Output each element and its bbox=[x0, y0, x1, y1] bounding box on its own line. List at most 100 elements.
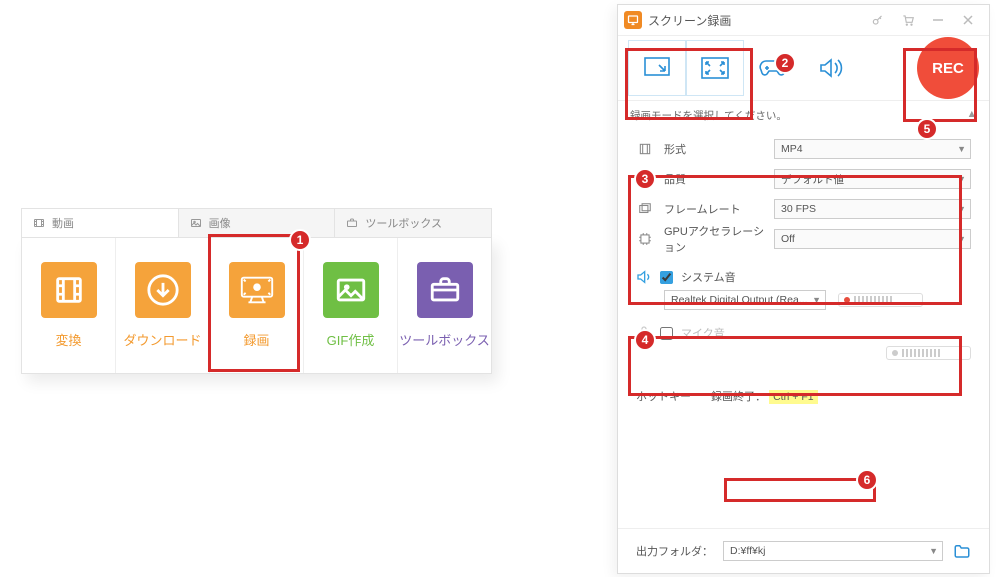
setting-framerate-select[interactable]: 30 FPS ▼ bbox=[774, 199, 971, 219]
hotkey-combo: Ctrl + F1 bbox=[769, 390, 818, 404]
record-mode-strip: REC bbox=[618, 35, 989, 101]
tool-download[interactable]: ダウンロード bbox=[116, 238, 210, 373]
mic-audio-meter bbox=[886, 346, 971, 360]
setting-framerate-value: 30 FPS bbox=[781, 203, 816, 215]
collapse-triangle-icon[interactable]: ▲ bbox=[967, 108, 977, 123]
hotkey-label: ホットキー bbox=[636, 388, 691, 404]
output-label: 出力フォルダ： bbox=[636, 543, 713, 559]
gif-icon bbox=[323, 262, 379, 318]
tool-download-label: ダウンロード bbox=[123, 330, 201, 349]
setting-format-label: 形式 bbox=[664, 141, 774, 157]
tool-convert[interactable]: 変換 bbox=[22, 238, 116, 373]
output-section: 出力フォルダ： D:¥ff¥kj ▼ bbox=[618, 528, 989, 573]
screen-recorder-window: スクリーン録画 REC 録画モードを選択してください。 ▲ 形式 bbox=[617, 4, 990, 574]
framerate-icon bbox=[636, 202, 654, 216]
key-icon-button[interactable] bbox=[863, 5, 893, 35]
left-tool-panel: 動画 画像 ツールボックス 変換 ダウンロード bbox=[21, 208, 492, 374]
system-audio-label: システム音 bbox=[681, 269, 736, 285]
left-tab-strip: 動画 画像 ツールボックス bbox=[21, 208, 492, 237]
tool-gif[interactable]: GIF作成 bbox=[304, 238, 398, 373]
callout-5: 5 bbox=[916, 118, 938, 140]
system-audio-device-row: Realtek Digital Output (Rea... ▼ bbox=[664, 290, 971, 310]
system-audio-checkbox[interactable] bbox=[660, 271, 673, 284]
cart-icon-button[interactable] bbox=[893, 5, 923, 35]
audio-section: システム音 Realtek Digital Output (Rea... ▼ マイ… bbox=[618, 254, 989, 360]
output-path-value: D:¥ff¥kj bbox=[730, 545, 765, 557]
setting-framerate-row: フレームレート 30 FPS ▼ bbox=[636, 194, 971, 224]
meter-bars bbox=[854, 296, 892, 304]
tool-convert-label: 変換 bbox=[55, 330, 81, 349]
tool-row: 変換 ダウンロード 録画 GIF作成 ツールボックス bbox=[21, 237, 492, 374]
mic-audio-label: マイク音 bbox=[681, 325, 725, 341]
record-button[interactable]: REC bbox=[917, 37, 979, 99]
tab-image-label: 画像 bbox=[209, 215, 231, 231]
tool-gif-label: GIF作成 bbox=[327, 330, 375, 349]
record-icon bbox=[229, 262, 285, 318]
hotkey-section: ホットキー 録画終了： Ctrl + F1 bbox=[618, 360, 989, 412]
caret-down-icon: ▼ bbox=[929, 546, 938, 556]
open-folder-button[interactable] bbox=[953, 543, 971, 559]
setting-framerate-label: フレームレート bbox=[664, 201, 774, 217]
caret-down-icon: ▼ bbox=[957, 234, 966, 244]
caret-down-icon: ▼ bbox=[957, 144, 966, 154]
convert-icon bbox=[41, 262, 97, 318]
callout-1: 1 bbox=[289, 229, 311, 251]
image-icon bbox=[189, 216, 203, 230]
mode-audio-button[interactable] bbox=[802, 40, 860, 96]
close-button[interactable] bbox=[953, 5, 983, 35]
hotkey-stop-group: 録画終了： Ctrl + F1 bbox=[711, 388, 818, 404]
caret-down-icon: ▼ bbox=[812, 295, 821, 305]
callout-4: 4 bbox=[634, 329, 656, 351]
setting-gpu-value: Off bbox=[781, 233, 795, 245]
tab-image[interactable]: 画像 bbox=[179, 209, 336, 237]
speaker-icon bbox=[636, 269, 652, 285]
mode-hint-text: 録画モードを選択してください。 bbox=[630, 108, 787, 123]
setting-gpu-select[interactable]: Off ▼ bbox=[774, 229, 971, 249]
system-audio-device-select[interactable]: Realtek Digital Output (Rea... ▼ bbox=[664, 290, 826, 310]
film-icon bbox=[32, 216, 46, 230]
setting-format-select[interactable]: MP4▼ bbox=[774, 139, 971, 159]
tab-video[interactable]: 動画 bbox=[22, 209, 179, 237]
meter-dot-icon bbox=[892, 350, 898, 356]
system-audio-row: システム音 bbox=[636, 264, 971, 290]
tab-video-label: 動画 bbox=[52, 215, 74, 231]
callout-2: 2 bbox=[774, 52, 796, 74]
caret-down-icon: ▼ bbox=[957, 174, 966, 184]
app-logo-icon bbox=[624, 11, 642, 29]
setting-quality-value: デフォルト値 bbox=[781, 172, 844, 187]
format-icon bbox=[636, 142, 654, 156]
record-settings: 形式 MP4▼ 品質 デフォルト値 ▼ フレームレート 30 FPS ▼ GPUアク… bbox=[618, 130, 989, 254]
setting-quality-label: 品質 bbox=[664, 171, 774, 187]
system-audio-device-value: Realtek Digital Output (Rea... bbox=[671, 294, 808, 306]
system-audio-meter bbox=[838, 293, 923, 307]
mic-audio-meter-row bbox=[664, 346, 971, 360]
mode-fullscreen-button[interactable] bbox=[686, 40, 744, 96]
setting-gpu-row: GPUアクセラレーション Off ▼ bbox=[636, 224, 971, 254]
callout-6: 6 bbox=[856, 469, 878, 491]
hotkey-stop-label: 録画終了： bbox=[711, 391, 766, 403]
tool-toolbox-label: ツールボックス bbox=[399, 330, 490, 349]
app-title: スクリーン録画 bbox=[648, 12, 731, 29]
record-button-label: REC bbox=[932, 60, 964, 77]
meter-dot-icon bbox=[844, 297, 850, 303]
briefcase-icon bbox=[345, 216, 359, 230]
tab-toolbox[interactable]: ツールボックス bbox=[335, 209, 491, 237]
meter-bars bbox=[902, 349, 940, 357]
setting-gpu-label: GPUアクセラレーション bbox=[664, 223, 774, 255]
gpu-icon bbox=[636, 232, 654, 246]
output-path-select[interactable]: D:¥ff¥kj ▼ bbox=[723, 541, 943, 561]
setting-quality-select[interactable]: デフォルト値 ▼ bbox=[774, 169, 971, 189]
tool-toolbox[interactable]: ツールボックス bbox=[398, 238, 491, 373]
mic-audio-checkbox[interactable] bbox=[660, 327, 673, 340]
download-icon bbox=[135, 262, 191, 318]
mode-region-button[interactable] bbox=[628, 40, 686, 96]
setting-quality-row: 品質 デフォルト値 ▼ bbox=[636, 164, 971, 194]
tab-toolbox-label: ツールボックス bbox=[365, 215, 442, 231]
tool-record[interactable]: 録画 bbox=[210, 238, 304, 373]
caret-down-icon: ▼ bbox=[957, 204, 966, 214]
callout-3: 3 bbox=[634, 168, 656, 190]
minimize-button[interactable] bbox=[923, 5, 953, 35]
mic-audio-row: マイク音 bbox=[636, 320, 971, 346]
tool-record-label: 録画 bbox=[243, 330, 269, 349]
titlebar: スクリーン録画 bbox=[618, 5, 989, 35]
